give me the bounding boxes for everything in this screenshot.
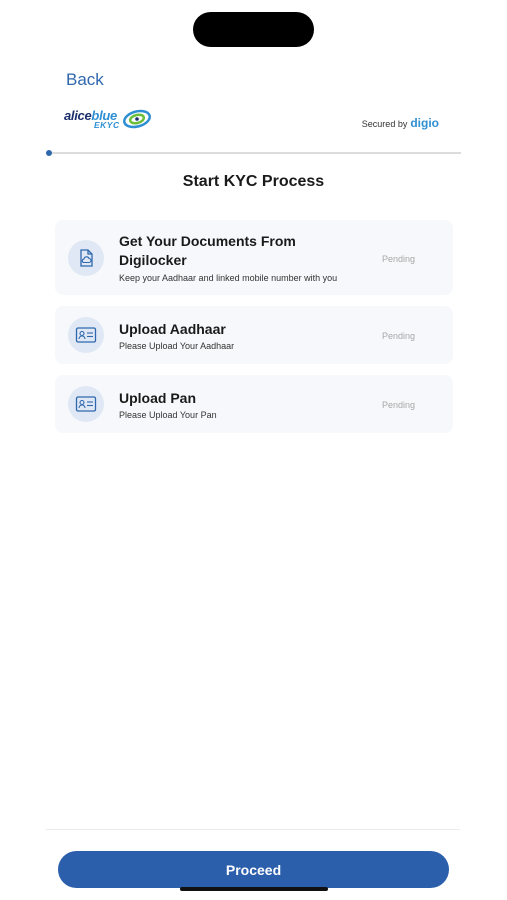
back-button[interactable]: Back xyxy=(66,70,104,90)
secured-by-digio: Secured by digio xyxy=(362,116,439,130)
step-status-badge: Pending xyxy=(381,400,415,410)
logo-text-alice: alice xyxy=(64,108,92,123)
id-card-icon xyxy=(68,386,104,422)
logo-swirl-icon xyxy=(123,109,151,129)
device-notch xyxy=(193,12,314,47)
step-card-digilocker[interactable]: Get Your Documents From Digilocker Keep … xyxy=(55,220,453,295)
progress-bar xyxy=(46,150,461,156)
step-title-line1: Get Your Documents From xyxy=(119,233,296,249)
step-title: Upload Pan xyxy=(119,390,197,406)
id-card-icon xyxy=(68,317,104,353)
page-title: Start KYC Process xyxy=(182,173,325,190)
digio-logo: digio xyxy=(410,116,439,130)
progress-indicator-dot xyxy=(46,150,52,156)
aliceblue-ekyc-logo: aliceblue EKYC xyxy=(64,108,154,132)
step-description: Keep your Aadhaar and linked mobile numb… xyxy=(119,273,338,283)
step-title: Upload Aadhaar xyxy=(119,321,226,337)
step-description: Please Upload Your Pan xyxy=(119,410,217,420)
step-status-badge: Pending xyxy=(381,254,415,264)
step-card-aadhaar[interactable]: Upload Aadhaar Please Upload Your Aadhaa… xyxy=(55,306,453,364)
step-card-pan[interactable]: Upload Pan Please Upload Your Pan Pendin… xyxy=(55,375,453,433)
logo-ekyc: EKYC xyxy=(94,120,120,130)
footer-divider xyxy=(46,829,460,830)
proceed-button[interactable]: Proceed xyxy=(58,851,449,888)
step-status-badge: Pending xyxy=(381,331,415,341)
step-description: Please Upload Your Aadhaar xyxy=(119,341,235,351)
home-indicator xyxy=(180,887,328,891)
step-title-line2: Digilocker xyxy=(119,252,187,268)
cloud-document-icon xyxy=(68,240,104,276)
secured-by-label: Secured by xyxy=(361,119,408,129)
